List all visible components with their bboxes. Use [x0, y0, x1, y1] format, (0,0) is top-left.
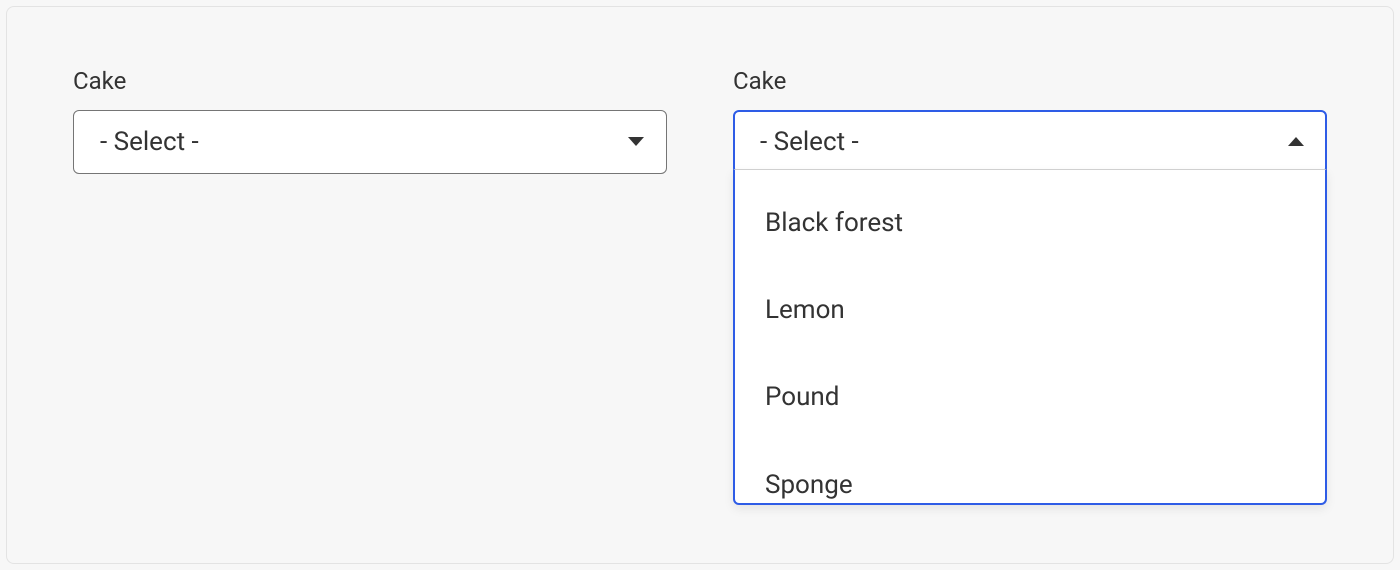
cake-label-right: Cake: [733, 67, 1327, 96]
demo-panel: Cake - Select - Cake - Select - Black fo…: [6, 6, 1394, 564]
option-lemon[interactable]: Lemon: [735, 267, 1325, 354]
option-black-forest[interactable]: Black forest: [735, 180, 1325, 267]
cake-select-closed[interactable]: - Select -: [73, 110, 667, 174]
cake-select-open[interactable]: - Select -: [733, 110, 1327, 174]
cake-field-closed: Cake - Select -: [73, 67, 667, 503]
option-pound[interactable]: Pound: [735, 354, 1325, 441]
chevron-up-icon: [1288, 137, 1304, 146]
select-placeholder-left: - Select -: [100, 127, 199, 157]
cake-field-open: Cake - Select - Black forest Lemon Pound…: [733, 67, 1327, 503]
cake-label-left: Cake: [73, 67, 667, 96]
dropdown-listbox: Black forest Lemon Pound Sponge: [733, 169, 1327, 505]
select-placeholder-right: - Select -: [760, 127, 859, 157]
chevron-down-icon: [628, 137, 644, 146]
dropdown-scroll[interactable]: Black forest Lemon Pound Sponge: [735, 170, 1325, 503]
option-sponge[interactable]: Sponge: [735, 442, 1325, 503]
